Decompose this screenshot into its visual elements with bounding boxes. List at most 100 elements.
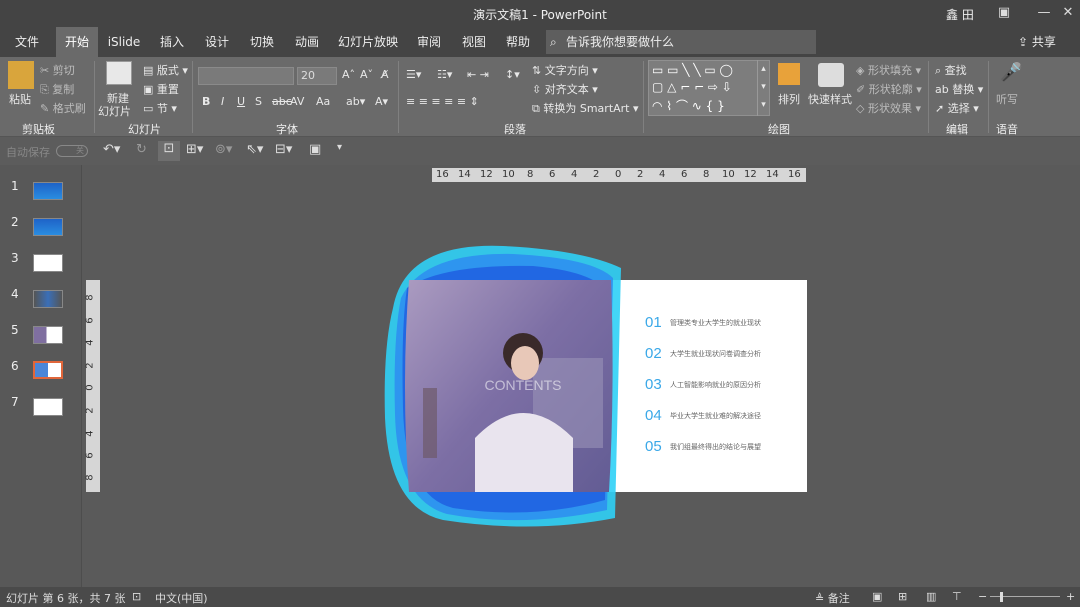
select-button[interactable]: ➚ 选择 ▾ — [935, 100, 979, 116]
slide-thumbnail-1[interactable] — [33, 182, 63, 200]
tab-file[interactable]: 文件 — [8, 27, 46, 57]
find-button[interactable]: ⌕ 查找 — [935, 62, 967, 78]
bullets-icon[interactable]: ☰▾ — [406, 68, 421, 81]
new-slide-label-2[interactable]: 幻灯片 — [98, 103, 131, 119]
zoom-slider-thumb[interactable] — [1000, 592, 1003, 602]
language-indicator[interactable]: 中文(中国) — [155, 590, 208, 606]
indent-icon[interactable]: ⇤ ⇥ — [467, 68, 489, 81]
replace-button[interactable]: ab 替换 ▾ — [935, 81, 983, 97]
quick-styles-button[interactable]: 快速样式 — [808, 91, 852, 107]
cut-button[interactable]: ✂ 剪切 — [40, 62, 75, 78]
ruler-tick: 16 — [436, 169, 449, 180]
slide-photo-frame[interactable]: CONTENTS — [383, 238, 623, 528]
draw-icon[interactable]: ⊚▾ — [215, 142, 232, 157]
autosave-toggle[interactable]: 关 — [56, 145, 88, 157]
slideshow-icon[interactable]: ⊤ — [952, 590, 962, 603]
undo-icon[interactable]: ↶▾ — [103, 142, 120, 157]
tab-insert[interactable]: 插入 — [154, 27, 190, 57]
highlight-icon[interactable]: ab▾ — [346, 95, 365, 108]
font-grow-icon[interactable]: A˄ — [342, 68, 355, 81]
font-size-combo[interactable]: 20 — [297, 67, 337, 85]
group-icon[interactable]: ⊟▾ — [275, 142, 292, 157]
bold-button[interactable]: B — [202, 95, 210, 108]
smartart-button[interactable]: ⧉ 转换为 SmartArt ▾ — [532, 100, 639, 116]
shadow-button[interactable]: S — [255, 95, 262, 108]
reset-button[interactable]: ▣ 重置 — [143, 81, 179, 97]
status-bar: 幻灯片 第 6 张，共 7 张 ⊡ 中文(中国) ≜ 备注 ▣ ⊞ ▥ ⊤ − … — [0, 587, 1080, 607]
ruler-tick: 12 — [480, 169, 493, 180]
reading-view-icon[interactable]: ▥ — [926, 590, 936, 603]
change-case-button[interactable]: Aa — [316, 95, 330, 108]
ribbon-display-icon[interactable]: ▣ — [994, 3, 1014, 23]
align-buttons[interactable]: ≡ ≡ ≡ ≡ ≡ ⇕ — [406, 95, 479, 108]
numbering-icon[interactable]: ☷▾ — [437, 68, 452, 81]
presenter-icon[interactable]: ⊡ — [158, 141, 180, 161]
tab-islide[interactable]: iSlide — [104, 27, 144, 57]
slide-sorter-icon[interactable]: ⊞ — [898, 590, 907, 603]
redo-icon[interactable]: ↻ — [136, 142, 147, 157]
close-button[interactable]: ✕ — [1058, 3, 1078, 23]
line-spacing-icon[interactable]: ↕▾ — [505, 68, 520, 81]
group-label-drawing: 绘图 — [768, 123, 790, 136]
clear-format-icon[interactable]: A̸ — [381, 68, 389, 81]
share-button[interactable]: ⇪ 共享 — [1018, 27, 1056, 57]
tab-slideshow[interactable]: 幻灯片放映 — [336, 27, 400, 57]
strike-button[interactable]: abc — [272, 95, 292, 108]
toc-text: 毕业大学生就业难的解决途径 — [670, 412, 761, 420]
slide-thumbnail-6[interactable] — [33, 361, 63, 379]
font-name-combo[interactable] — [198, 67, 294, 85]
tab-review[interactable]: 审阅 — [411, 27, 447, 57]
shape-effect-button[interactable]: ◇ 形状效果 ▾ — [856, 100, 921, 116]
brush-icon: ✎ — [40, 102, 53, 115]
notes-button[interactable]: ≜ 备注 — [815, 590, 850, 606]
slide-thumbnail-4[interactable] — [33, 290, 63, 308]
zoom-in-icon[interactable]: + — [1066, 590, 1075, 603]
align-text-button[interactable]: ⇳ 对齐文本 ▾ — [532, 81, 598, 97]
ruler-tick: 0 — [615, 169, 622, 180]
zoom-out-icon[interactable]: − — [978, 590, 987, 603]
customize-qat-icon[interactable]: ▾ — [337, 142, 342, 153]
char-spacing-button[interactable]: AV — [290, 95, 304, 108]
section-button[interactable]: ▭ 节 ▾ — [143, 100, 177, 116]
new-slide-icon[interactable] — [106, 61, 132, 85]
section-icon: ▭ — [143, 102, 157, 115]
paste-icon[interactable] — [8, 61, 34, 89]
slide-thumbnail-3[interactable] — [33, 254, 63, 272]
quick-styles-icon[interactable] — [818, 63, 844, 87]
copy-button[interactable]: ⎘ 复制 — [40, 81, 74, 97]
slide-thumbnail-2[interactable] — [33, 218, 63, 236]
arrange-button[interactable]: 排列 — [778, 91, 800, 107]
underline-button[interactable]: U — [237, 95, 245, 108]
text-direction-button[interactable]: ⇅ 文字方向 ▾ — [532, 62, 598, 78]
microphone-icon[interactable]: 🎤 — [1000, 62, 1022, 83]
shape-fill-button[interactable]: ◈ 形状填充 ▾ — [856, 62, 921, 78]
slide-thumbnail-5[interactable] — [33, 326, 63, 344]
italic-button[interactable]: I — [221, 95, 224, 108]
tell-me-search[interactable]: ⌕ 告诉我你想要做什么 — [546, 30, 816, 54]
format-painter-qat-icon[interactable]: ⊞▾ — [186, 142, 203, 157]
spellcheck-icon[interactable]: ⊡ — [132, 590, 141, 603]
gallery-scroll[interactable]: ▴ ▾ ▾ — [757, 60, 769, 116]
shapes-gallery[interactable]: ▭ ▭ ╲ ╲ ▭ ◯ ▢ △ ⌐ ⌐ ⇨ ⇩ ◠ ⌇ ⌒ ∿ { } — [648, 60, 770, 116]
font-shrink-icon[interactable]: A˅ — [360, 68, 373, 81]
save-icon[interactable]: ▣ — [309, 142, 321, 157]
user-name[interactable]: 鑫 田 — [946, 6, 974, 23]
normal-view-icon[interactable]: ▣ — [872, 590, 882, 603]
tab-help[interactable]: 帮助 — [500, 27, 536, 57]
slide-thumbnail-7[interactable] — [33, 398, 63, 416]
slide-canvas[interactable]: CONTENTS 01 管理类专业大学生的就业现状 02 大学生就业现状问卷调查… — [383, 238, 807, 528]
format-painter-button[interactable]: ✎ 格式刷 — [40, 100, 86, 116]
tab-transitions[interactable]: 切换 — [244, 27, 280, 57]
layout-button[interactable]: ▤ 版式 ▾ — [143, 62, 188, 78]
tab-animations[interactable]: 动画 — [289, 27, 325, 57]
minimize-button[interactable]: — — [1034, 3, 1054, 23]
shape-outline-button[interactable]: ✐ 形状轮廓 ▾ — [856, 81, 922, 97]
select-cursor-icon[interactable]: ⇖▾ — [246, 142, 263, 157]
arrange-icon[interactable] — [778, 63, 800, 85]
tab-design[interactable]: 设计 — [199, 27, 235, 57]
dictate-button[interactable]: 听写 — [996, 91, 1018, 107]
paste-button[interactable]: 粘贴 — [9, 91, 31, 107]
tab-home[interactable]: 开始 — [56, 27, 98, 57]
font-color-icon[interactable]: A▾ — [375, 95, 388, 108]
tab-view[interactable]: 视图 — [456, 27, 492, 57]
